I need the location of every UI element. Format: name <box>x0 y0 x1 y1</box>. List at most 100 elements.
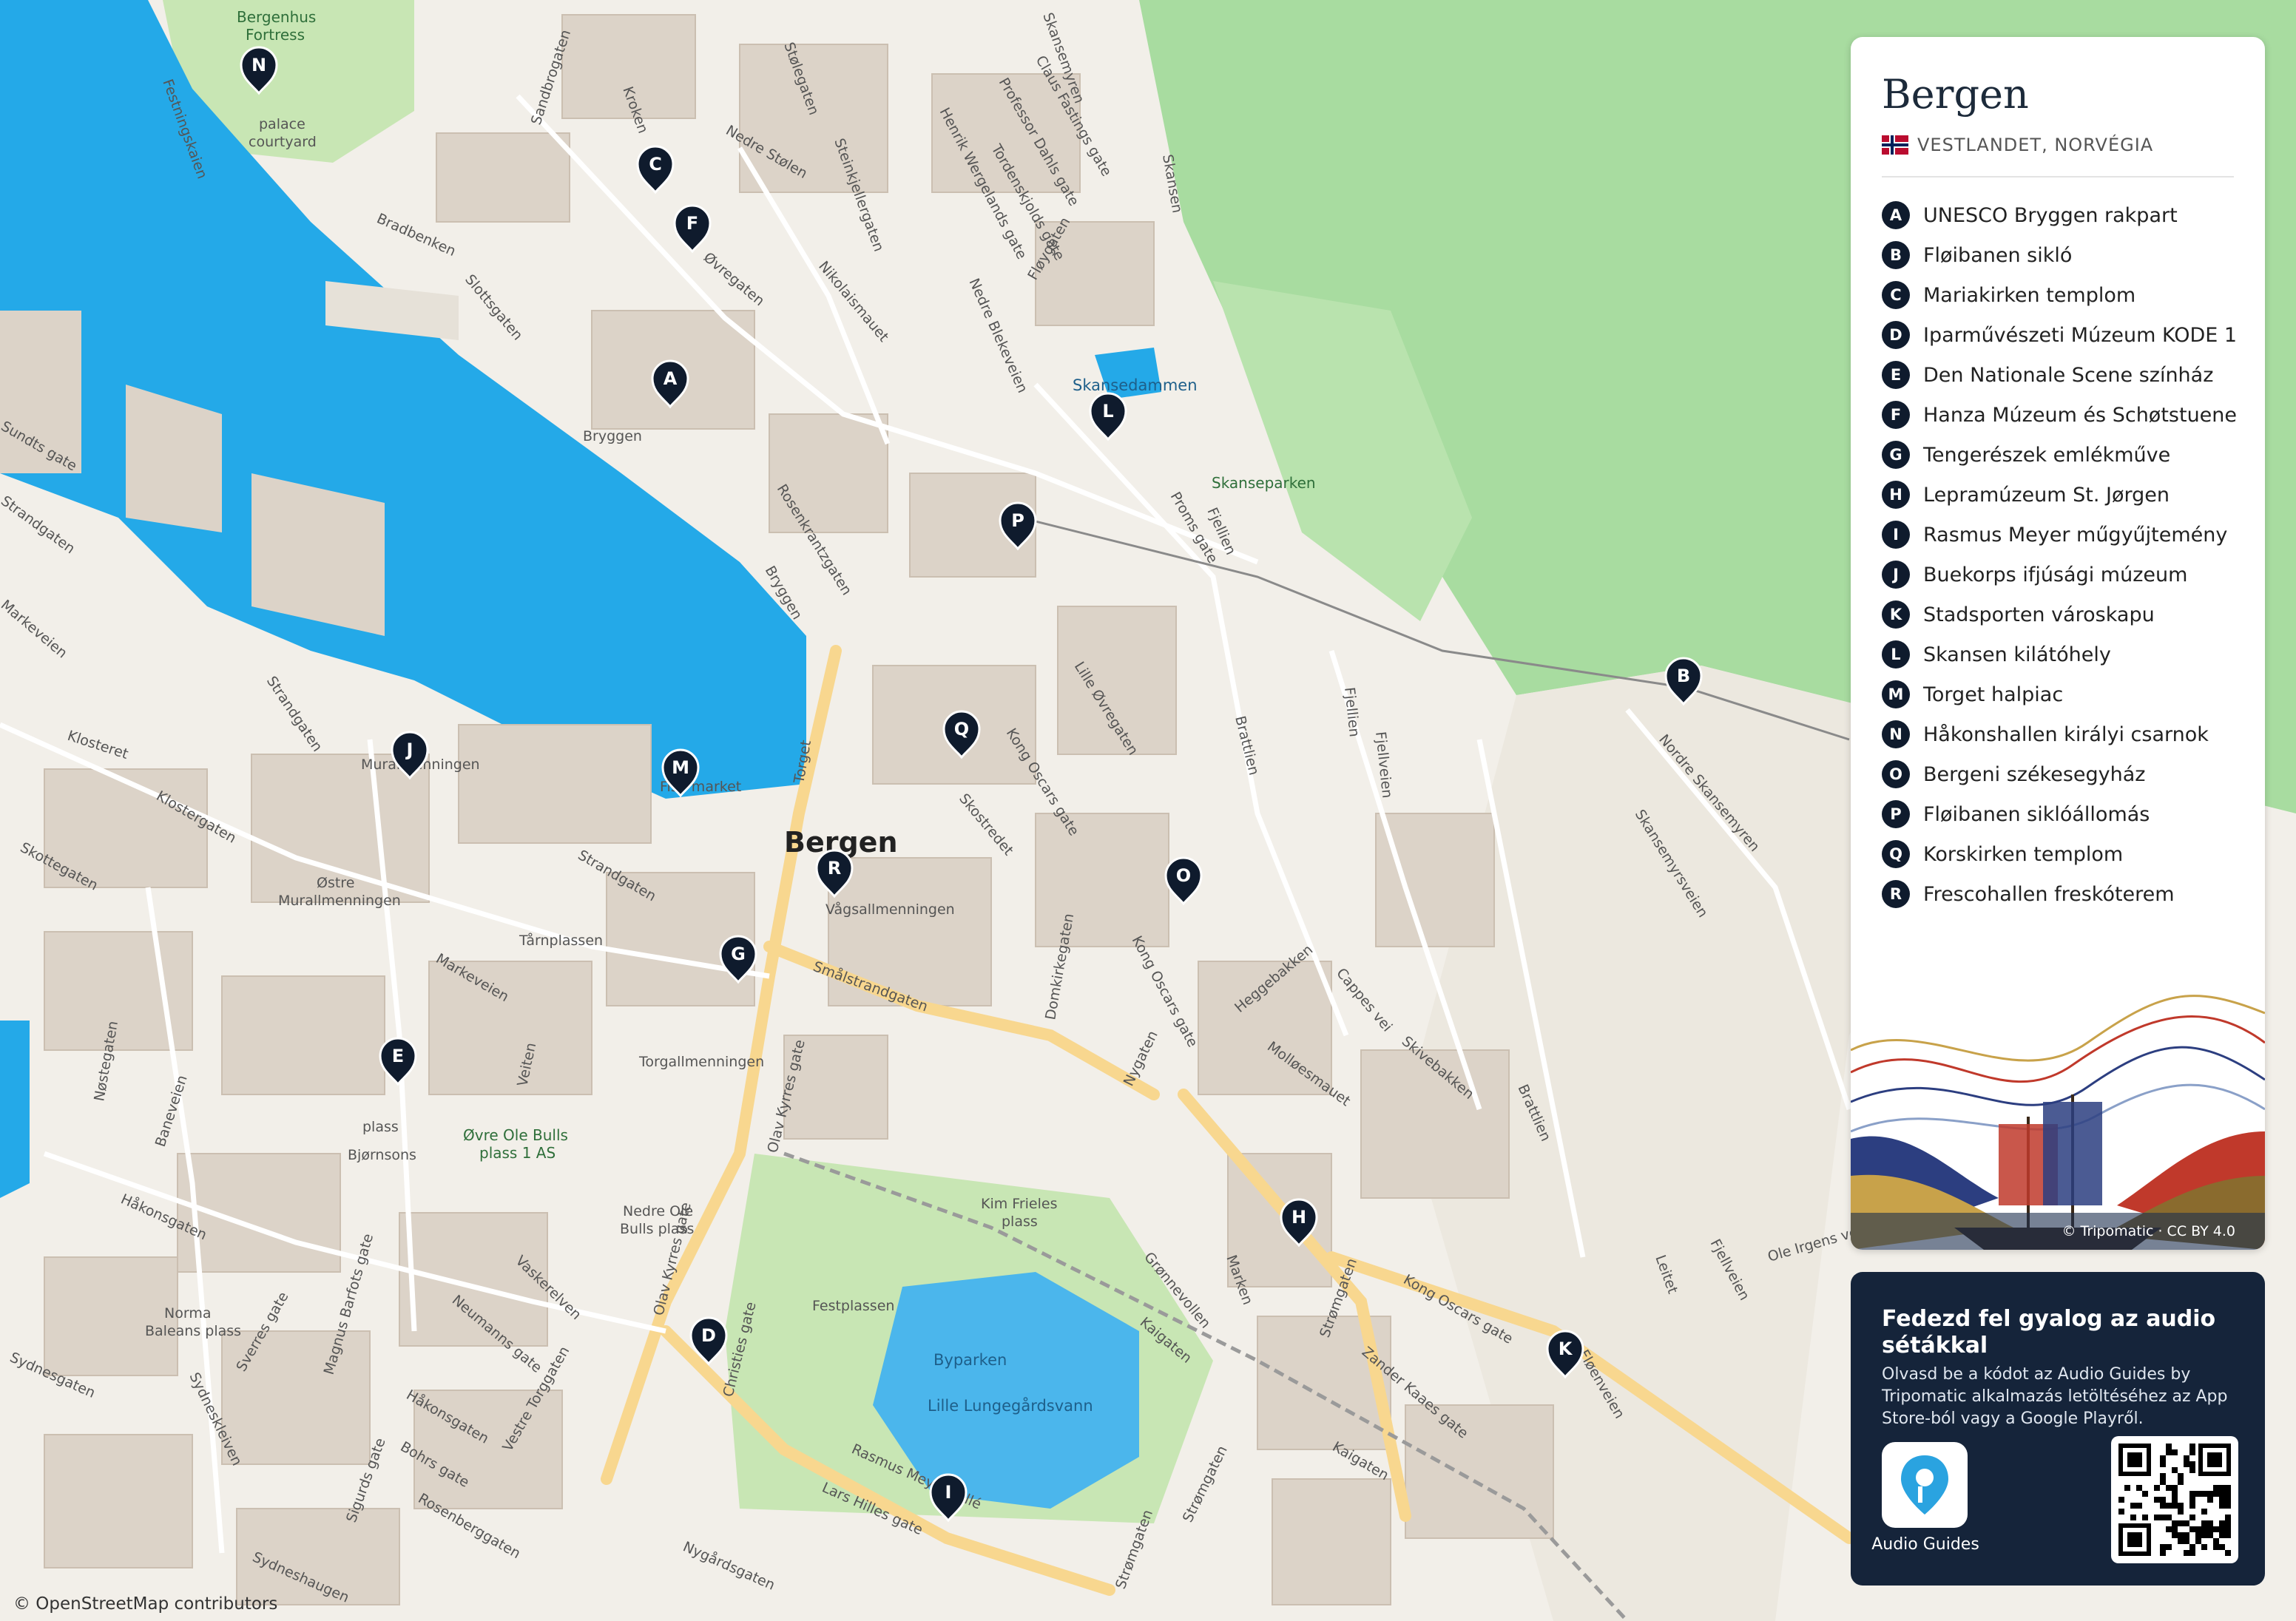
poi-marker-letter: A <box>664 368 678 389</box>
qr-code[interactable] <box>2111 1436 2238 1563</box>
poi-list-item[interactable]: Q Korskirken templom <box>1882 834 2237 874</box>
place-label: Lille Lungegårdsvann <box>928 1396 1093 1415</box>
audio-heading: Fedezd fel gyalog az audio sétákkal <box>1882 1306 2216 1358</box>
poi-list-item[interactable]: H Lepramúzeum St. Jørgen <box>1882 475 2237 515</box>
place-label: plass <box>1002 1214 1038 1230</box>
poi-marker-letter: K <box>1559 1339 1573 1359</box>
poi-label: Hanza Múzeum és Schøtstuene <box>1923 403 2238 427</box>
poi-label: Fløibanen siklóállomás <box>1923 802 2150 826</box>
poi-list-item[interactable]: O Bergeni székesegyház <box>1882 754 2237 794</box>
poi-marker-letter: F <box>686 213 698 234</box>
poi-badge: P <box>1882 800 1910 828</box>
poi-badge: M <box>1882 680 1910 708</box>
poi-badge: Q <box>1882 840 1910 868</box>
poi-marker-letter: E <box>392 1046 404 1066</box>
poi-badge: C <box>1882 281 1910 309</box>
place-label: Kim Frieles <box>981 1196 1057 1212</box>
region-label: VESTLANDET, NORVÉGIA <box>1917 135 2154 155</box>
poi-list-item[interactable]: N Håkonshallen királyi csarnok <box>1882 714 2237 754</box>
map-attribution: © OpenStreetMap contributors <box>13 1594 278 1614</box>
poi-label: Fløibanen sikló <box>1923 243 2073 267</box>
audio-guides-app-label: Audio Guides <box>1871 1535 1979 1554</box>
poi-label: Den Nationale Scene színház <box>1923 363 2214 387</box>
place-label: Norma <box>164 1305 211 1321</box>
poi-list-item[interactable]: C Mariakirken templom <box>1882 275 2237 315</box>
place-label: Tårnplassen <box>519 932 603 949</box>
poi-badge: D <box>1882 321 1910 349</box>
poi-marker-letter: Q <box>954 719 969 740</box>
poi-list-item[interactable]: M Torget halpiac <box>1882 674 2237 714</box>
legend-region: VESTLANDET, NORVÉGIA <box>1882 135 2153 155</box>
place-label: Østre <box>317 875 354 891</box>
poi-marker-letter: L <box>1102 401 1113 422</box>
place-label: plass 1 AS <box>479 1144 556 1162</box>
poi-marker-letter: I <box>945 1482 952 1503</box>
poi-label: Korskirken templom <box>1923 842 2124 866</box>
poi-marker-letter: N <box>251 55 266 75</box>
illustration-credit: © Tripomatic · CC BY 4.0 <box>2062 1223 2235 1239</box>
poi-marker-letter: P <box>1011 510 1024 531</box>
poi-list-item[interactable]: F Hanza Múzeum és Schøtstuene <box>1882 395 2237 435</box>
poi-label: Håkonshallen királyi csarnok <box>1923 722 2209 746</box>
place-label: Øvre Ole Bulls <box>463 1126 568 1144</box>
legend-title: Bergen <box>1882 71 2029 118</box>
poi-list: A UNESCO Bryggen rakpart B Fløibanen sikló C… <box>1882 195 2237 914</box>
poi-list-item[interactable]: I Rasmus Meyer műgyűjtemény <box>1882 515 2237 555</box>
poi-badge: O <box>1882 760 1910 788</box>
poi-badge: B <box>1882 241 1910 269</box>
poi-marker-letter: D <box>701 1325 716 1346</box>
audio-guides-app-icon[interactable] <box>1882 1442 1968 1528</box>
audio-guide-box: Fedezd fel gyalog az audio sétákkal Olva… <box>1851 1272 2265 1586</box>
poi-label: Frescohallen freskóterem <box>1923 882 2175 906</box>
place-label: Skansedammen <box>1073 376 1198 394</box>
poi-badge: F <box>1882 401 1910 429</box>
place-label: Fortress <box>246 26 305 44</box>
poi-badge: N <box>1882 720 1910 748</box>
poi-list-item[interactable]: R Frescohallen freskóterem <box>1882 874 2237 914</box>
poi-badge: J <box>1882 561 1910 589</box>
poi-label: Stadsporten városkapu <box>1923 603 2155 626</box>
poi-label: Torget halpiac <box>1923 683 2064 706</box>
poi-list-item[interactable]: D Iparművészeti Múzeum KODE 1 <box>1882 315 2237 355</box>
place-label: Bryggen <box>583 428 642 444</box>
poi-marker-letter: B <box>1677 666 1690 686</box>
poi-marker-letter: O <box>1176 865 1191 886</box>
poi-badge: K <box>1882 600 1910 629</box>
poi-badge: H <box>1882 481 1910 509</box>
poi-marker-letter: M <box>672 757 689 778</box>
poi-list-item[interactable]: P Fløibanen siklóállomás <box>1882 794 2237 834</box>
poi-label: Rasmus Meyer műgyűjtemény <box>1923 523 2228 546</box>
place-label: Murallmenningen <box>278 893 401 909</box>
poi-list-item[interactable]: B Fløibanen sikló <box>1882 235 2237 275</box>
viking-ship-illustration <box>1851 995 2265 1250</box>
poi-list-item[interactable]: A UNESCO Bryggen rakpart <box>1882 195 2237 235</box>
audio-description: Olvasd be a kódot az Audio Guides by Tri… <box>1882 1365 2228 1428</box>
legend-divider <box>1882 176 2234 177</box>
poi-marker-letter: C <box>649 154 662 175</box>
place-label: Baleans plass <box>145 1323 241 1339</box>
place-label: Vågsallmenningen <box>825 901 955 918</box>
poi-label: Iparművészeti Múzeum KODE 1 <box>1923 323 2238 347</box>
poi-badge: I <box>1882 521 1910 549</box>
poi-marker-letter: H <box>1292 1207 1306 1228</box>
poi-list-item[interactable]: L Skansen kilátóhely <box>1882 634 2237 674</box>
poi-list-item[interactable]: E Den Nationale Scene színház <box>1882 355 2237 395</box>
place-label: Torgallmenningen <box>638 1054 764 1070</box>
poi-marker-letter: G <box>731 944 746 964</box>
poi-marker-letter: J <box>405 740 413 760</box>
poi-label: Buekorps ifjúsági múzeum <box>1923 563 2188 586</box>
poi-badge: E <box>1882 361 1910 389</box>
poi-badge: A <box>1882 201 1910 229</box>
poi-label: Bergeni székesegyház <box>1923 762 2146 786</box>
place-label: Bergenhus <box>237 8 316 26</box>
poi-label: Tengerészek emlékműve <box>1923 443 2171 467</box>
poi-list-item[interactable]: J Buekorps ifjúsági múzeum <box>1882 555 2237 595</box>
poi-badge: G <box>1882 441 1910 469</box>
poi-list-item[interactable]: K Stadsporten városkapu <box>1882 595 2237 634</box>
poi-list-item[interactable]: G Tengerészek emlékműve <box>1882 435 2237 475</box>
poi-badge: R <box>1882 880 1910 908</box>
place-label: palace <box>259 116 305 132</box>
norway-flag-icon <box>1882 135 1908 155</box>
place-label: plass <box>362 1119 399 1135</box>
poi-label: UNESCO Bryggen rakpart <box>1923 203 2178 227</box>
